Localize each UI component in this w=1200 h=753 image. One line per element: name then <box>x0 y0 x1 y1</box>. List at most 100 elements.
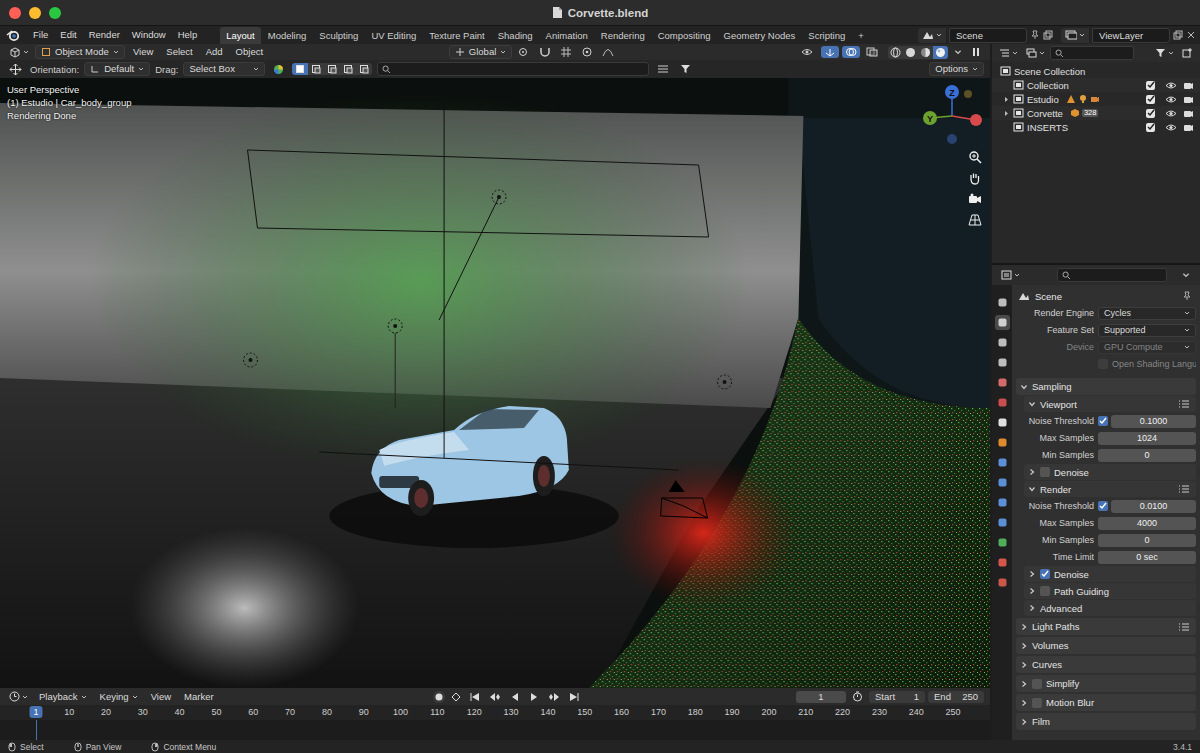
filter-button[interactable] <box>1152 47 1177 59</box>
keying-set-button[interactable] <box>448 691 464 703</box>
preview-range-button[interactable] <box>849 690 866 703</box>
number-field[interactable]: 0 <box>1098 534 1196 547</box>
select-mode-button[interactable] <box>340 63 356 75</box>
property-dropdown[interactable]: Supported <box>1098 324 1196 337</box>
number-field[interactable]: 0.1000 <box>1111 415 1196 428</box>
proportional-edit-button[interactable] <box>578 46 596 58</box>
outliner-row[interactable]: Estudio <box>992 92 1200 106</box>
viewport-menu-item[interactable]: Object <box>231 45 268 59</box>
visibility-button[interactable] <box>798 46 818 58</box>
scene-type-button[interactable] <box>918 28 946 43</box>
scene-name-field[interactable]: Scene <box>949 28 1027 43</box>
view-layer-type-button[interactable] <box>1061 28 1089 43</box>
properties-search-field[interactable] <box>1057 268 1167 282</box>
expand-toggle[interactable] <box>1002 110 1010 117</box>
property-toggle[interactable] <box>1098 416 1108 426</box>
transform-orientation-dropdown[interactable]: Global <box>449 45 512 59</box>
render-camera-icon[interactable] <box>1183 81 1194 90</box>
workspace-tab[interactable]: Animation <box>540 27 594 44</box>
menu-item[interactable]: Render <box>84 27 125 43</box>
tool-search-field[interactable] <box>377 62 649 76</box>
workspace-tab[interactable]: Rendering <box>595 27 651 44</box>
properties-tab[interactable] <box>995 295 1010 310</box>
panel-checkbox[interactable] <box>1032 698 1042 708</box>
exclude-checkbox[interactable] <box>1146 95 1155 104</box>
jump-end-button[interactable] <box>566 691 582 703</box>
panel-header[interactable]: Volumes <box>1016 637 1196 654</box>
timeline-menu[interactable]: Keying <box>95 690 143 704</box>
timeline-menu[interactable]: Playback <box>34 690 92 704</box>
menu-item[interactable]: Window <box>127 27 171 43</box>
properties-tab[interactable] <box>995 335 1010 350</box>
exclude-checkbox[interactable] <box>1146 109 1155 118</box>
outliner-row[interactable]: Corvette328 <box>992 106 1200 120</box>
gizmo-axis[interactable]: Y <box>923 111 937 125</box>
checkbox[interactable] <box>1098 359 1108 369</box>
panel-header[interactable]: Light Paths <box>1016 618 1196 635</box>
falloff-button[interactable] <box>599 46 617 58</box>
duplicate-icon[interactable] <box>1173 30 1183 40</box>
shading-mode-button[interactable] <box>933 46 948 59</box>
pin-icon[interactable] <box>1030 30 1040 40</box>
number-field[interactable]: 1024 <box>1098 432 1196 445</box>
viewport-menu-item[interactable]: Add <box>201 45 228 59</box>
filter-button[interactable] <box>677 63 694 75</box>
outliner-row[interactable]: INSERTS <box>992 120 1200 134</box>
perspective-grid-icon[interactable] <box>968 213 982 227</box>
snap-button[interactable] <box>536 46 554 58</box>
properties-tab[interactable] <box>995 375 1010 390</box>
options-caret-icon[interactable] <box>1182 271 1190 279</box>
properties-tab[interactable] <box>995 355 1010 370</box>
subpanel-checkbox[interactable] <box>1040 569 1050 579</box>
jump-start-button[interactable] <box>467 691 483 703</box>
subpanel-header[interactable]: Denoise <box>1024 464 1196 480</box>
render-camera-icon[interactable] <box>1183 123 1194 132</box>
view-layer-name-field[interactable]: ViewLayer <box>1092 28 1170 43</box>
navigation-gizmo[interactable]: ZY <box>918 82 984 148</box>
presets-icon[interactable] <box>1178 399 1190 409</box>
menu-item[interactable]: File <box>28 27 53 43</box>
number-field[interactable]: 0 <box>1098 449 1196 462</box>
shading-options-caret-icon[interactable] <box>954 48 962 56</box>
workspace-tab[interactable]: Layout <box>220 27 261 44</box>
editor-type-button[interactable] <box>996 47 1021 59</box>
menu-item[interactable]: Edit <box>55 27 81 43</box>
playhead[interactable] <box>36 720 37 740</box>
view-layer-selector[interactable]: ViewLayer <box>1061 28 1196 43</box>
properties-tab[interactable] <box>995 535 1010 550</box>
xray-toggle[interactable] <box>863 46 881 58</box>
shading-mode-button[interactable] <box>903 46 918 59</box>
subpanel-header[interactable]: Viewport <box>1024 396 1196 412</box>
select-mode-button[interactable] <box>324 63 340 75</box>
viewport-menu-item[interactable]: View <box>128 45 158 59</box>
close-icon[interactable] <box>1186 30 1196 40</box>
panel-header[interactable]: Simplify <box>1016 675 1196 692</box>
eye-icon[interactable] <box>1165 109 1177 118</box>
shading-mode-button[interactable] <box>888 46 903 59</box>
presets-icon[interactable] <box>1178 484 1190 494</box>
workspace-tab[interactable]: Modeling <box>262 27 313 44</box>
gizmo-toggle[interactable] <box>821 46 839 58</box>
gizmo-axis[interactable]: Z <box>945 85 959 99</box>
overlays-toggle[interactable] <box>842 46 860 58</box>
add-workspace-button[interactable]: + <box>852 27 870 44</box>
mode-dropdown[interactable]: Object Mode <box>35 45 125 59</box>
properties-tab[interactable] <box>995 515 1010 530</box>
editor-type-button[interactable] <box>6 46 32 59</box>
workspace-tab[interactable]: Geometry Nodes <box>718 27 802 44</box>
outliner-row[interactable]: Collection <box>992 78 1200 92</box>
play-reverse-button[interactable] <box>507 691 523 703</box>
workspace-tab[interactable]: Shading <box>492 27 539 44</box>
editor-type-button[interactable] <box>998 269 1023 281</box>
properties-tab[interactable] <box>995 415 1010 430</box>
snap-target-button[interactable] <box>557 46 575 58</box>
shading-mode-button[interactable] <box>918 46 933 59</box>
exclude-checkbox[interactable] <box>1146 123 1155 132</box>
scene-selector[interactable]: Scene <box>918 28 1053 43</box>
camera-object[interactable] <box>661 480 708 518</box>
eye-icon[interactable] <box>1165 95 1177 104</box>
active-tool-button[interactable] <box>6 62 25 77</box>
eye-icon[interactable] <box>1165 81 1177 90</box>
subpanel-header[interactable]: Denoise <box>1024 566 1196 582</box>
drag-dropdown[interactable]: Select Box <box>183 62 265 76</box>
